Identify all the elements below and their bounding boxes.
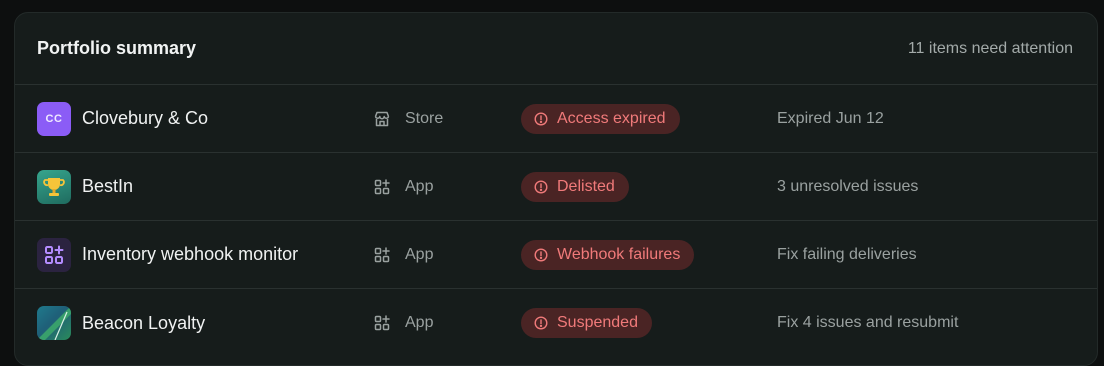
row-type-cell: App <box>373 314 433 332</box>
card-header: Portfolio summary 11 items need attentio… <box>15 13 1097 85</box>
row-type-cell: App <box>373 178 433 196</box>
alert-circle-icon <box>534 316 548 330</box>
row-status-cell: Delisted <box>521 171 629 202</box>
status-badge: Delisted <box>521 171 629 202</box>
store-icon <box>374 111 390 126</box>
alert-circle-icon <box>534 111 548 126</box>
attention-count: 11 items need attention <box>907 39 1073 57</box>
status-label: Webhook failures <box>557 245 681 263</box>
avatar-initials: CC <box>45 112 63 125</box>
alert-circle-icon <box>534 179 548 194</box>
row-type-cell: App <box>373 246 433 264</box>
alert-circle-icon <box>534 247 548 262</box>
row-detail: 3 unresolved issues <box>777 177 919 195</box>
row-detail: Fix failing deliveries <box>777 245 917 263</box>
table-row[interactable]: Inventory webhook monitor App Webhook fa… <box>15 221 1097 289</box>
row-status-cell: Suspended <box>521 308 652 338</box>
row-status-cell: Access expired <box>521 103 680 134</box>
row-name-cell: BestIn <box>37 169 133 204</box>
table-row[interactable]: BestIn App Delisted 3 unresolved issues <box>15 153 1097 221</box>
apps-icon <box>374 315 390 331</box>
page-title: Portfolio summary <box>37 38 197 58</box>
row-name-cell: CC Clovebury & Co <box>37 101 208 136</box>
row-detail: Expired Jun 12 <box>777 109 884 127</box>
row-detail: Fix 4 issues and resubmit <box>777 314 959 331</box>
initials-avatar: CC <box>37 101 71 136</box>
row-type: App <box>405 245 434 263</box>
table-row[interactable]: CC Clovebury & Co Store Access expired E… <box>15 85 1097 153</box>
portfolio-summary-card: Portfolio summary 11 items need attentio… <box>14 12 1098 366</box>
status-badge: Suspended <box>521 308 652 338</box>
table-row[interactable]: Beacon Loyalty App Suspended Fix 4 issue… <box>15 289 1097 357</box>
apps-icon <box>374 246 390 262</box>
apps-icon <box>374 178 390 194</box>
status-label: Suspended <box>557 314 638 331</box>
row-type: App <box>405 314 434 331</box>
row-status-cell: Webhook failures <box>521 239 695 270</box>
grid-plus-icon <box>37 237 71 272</box>
status-badge: Webhook failures <box>521 239 695 270</box>
status-label: Delisted <box>557 177 615 195</box>
row-type-cell: Store <box>373 110 443 128</box>
row-name[interactable]: Beacon Loyalty <box>82 313 205 334</box>
beacon-logo <box>37 306 71 340</box>
row-type: App <box>405 177 434 195</box>
row-type: Store <box>405 109 444 127</box>
trophy-icon <box>37 169 71 204</box>
row-name[interactable]: BestIn <box>82 176 133 197</box>
status-label: Access expired <box>557 109 666 127</box>
row-name-cell: Beacon Loyalty <box>37 306 205 340</box>
row-name-cell: Inventory webhook monitor <box>37 237 298 272</box>
status-badge: Access expired <box>521 103 680 134</box>
row-name[interactable]: Clovebury & Co <box>82 108 208 129</box>
row-name[interactable]: Inventory webhook monitor <box>82 244 298 265</box>
